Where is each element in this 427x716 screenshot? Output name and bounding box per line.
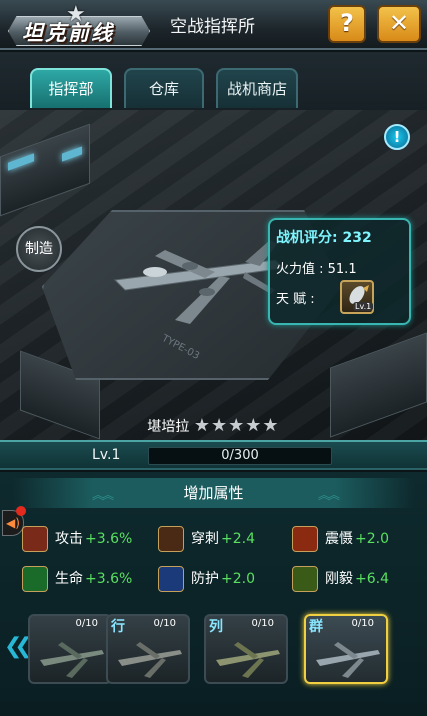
stat-value: +2.0	[221, 571, 255, 587]
tab-bar: 指挥部 仓库 战机商店	[0, 52, 427, 110]
card-count: 0/10	[251, 618, 274, 629]
card-count: 0/10	[351, 618, 374, 629]
plane-model[interactable]	[95, 220, 295, 350]
attribute-panel: 增加属性 ︽︽ ︽︽ ◀) 攻击 +3.6% 穿刺 +2.4 震慑 +2.0 生…	[0, 472, 427, 716]
plane-name-row: 堪培拉 ★★★★★	[0, 415, 427, 436]
stat-life: 生命 +3.6%	[22, 564, 142, 594]
plane-thumbnail	[40, 642, 104, 678]
attribute-title: 增加属性	[12, 478, 415, 508]
fortitude-icon	[292, 566, 318, 592]
plane-info-panel: 战机评分: 232 火力值 : 51.1 天 赋 : Lv.1	[268, 218, 411, 325]
stat-pierce: 穿刺 +2.4	[158, 524, 278, 554]
pierce-icon	[158, 526, 184, 552]
plane-thumbnail	[216, 642, 280, 678]
shield-icon	[158, 566, 184, 592]
card-rank: 群	[309, 619, 323, 635]
deter-icon	[292, 526, 318, 552]
card-count: 0/10	[75, 618, 98, 629]
level-bar: Lv.1 0/300	[0, 440, 427, 470]
header-bar: ★ 坦克前线 空战指挥所 ? ✕	[0, 0, 427, 50]
stat-value: +3.6%	[85, 571, 133, 587]
stat-name: 震慑	[325, 531, 353, 547]
plane-carousel: ❮❮ 0/10 行 0/10 列 0/10 群 0/10	[0, 612, 427, 688]
star-rating: ★★★★★	[193, 415, 280, 436]
chevron-icon: ︽︽	[318, 488, 340, 502]
notification-dot	[16, 506, 26, 516]
plane-score: 战机评分: 232	[276, 230, 372, 246]
plane-card[interactable]: 行 0/10	[106, 614, 190, 684]
xp-progress-bar: 0/300	[148, 447, 332, 465]
xp-text: 0/300	[221, 448, 259, 463]
firepower-value: 火力值 : 51.1	[276, 262, 357, 277]
stat-value: +6.4	[355, 571, 389, 587]
stat-name: 生命	[55, 571, 83, 587]
stat-value: +3.6%	[85, 531, 133, 547]
hangar-scene: TYPE-03 ! 制造 战机评分: 232 火力值 : 51.1 天 赋 : …	[0, 110, 427, 440]
help-button[interactable]: ?	[328, 5, 366, 43]
arrow-left-icon[interactable]: ❮❮	[4, 634, 33, 659]
chevron-icon: ︽︽	[92, 488, 114, 502]
stat-attack: 攻击 +3.6%	[22, 524, 142, 554]
plane-card-selected[interactable]: 群 0/10	[304, 614, 388, 684]
stat-value: +2.4	[221, 531, 255, 547]
stat-deter: 震慑 +2.0	[292, 524, 412, 554]
stat-name: 穿刺	[191, 531, 219, 547]
tab-plane-shop[interactable]: 战机商店	[216, 68, 298, 108]
plane-card[interactable]: 0/10	[28, 614, 112, 684]
stat-name: 攻击	[55, 531, 83, 547]
plane-thumbnail	[118, 642, 182, 678]
stat-name: 刚毅	[325, 571, 353, 587]
stat-defense: 防护 +2.0	[158, 564, 278, 594]
close-button[interactable]: ✕	[377, 5, 421, 43]
stat-fortitude: 刚毅 +6.4	[292, 564, 412, 594]
level-label: Lv.1	[92, 447, 121, 463]
game-logo: ★ 坦克前线	[6, 2, 152, 50]
life-icon	[22, 566, 48, 592]
tab-warehouse[interactable]: 仓库	[124, 68, 204, 108]
tab-command[interactable]: 指挥部	[30, 68, 112, 108]
card-rank: 列	[209, 619, 223, 635]
talent-icon[interactable]: Lv.1	[340, 280, 374, 314]
talent-level: Lv.1	[353, 302, 374, 311]
attack-icon	[22, 526, 48, 552]
page-title: 空战指挥所	[170, 17, 255, 37]
plane-card[interactable]: 列 0/10	[204, 614, 288, 684]
stat-name: 防护	[191, 571, 219, 587]
card-rank: 行	[111, 619, 125, 635]
info-button[interactable]: !	[384, 124, 410, 150]
card-count: 0/10	[153, 618, 176, 629]
stat-value: +2.0	[355, 531, 389, 547]
talent-label: 天 赋 :	[276, 292, 315, 307]
craft-button[interactable]: 制造	[16, 226, 62, 272]
plane-name: 堪培拉	[147, 419, 190, 435]
plane-thumbnail	[316, 642, 380, 678]
logo-text: 坦克前线	[22, 21, 114, 45]
